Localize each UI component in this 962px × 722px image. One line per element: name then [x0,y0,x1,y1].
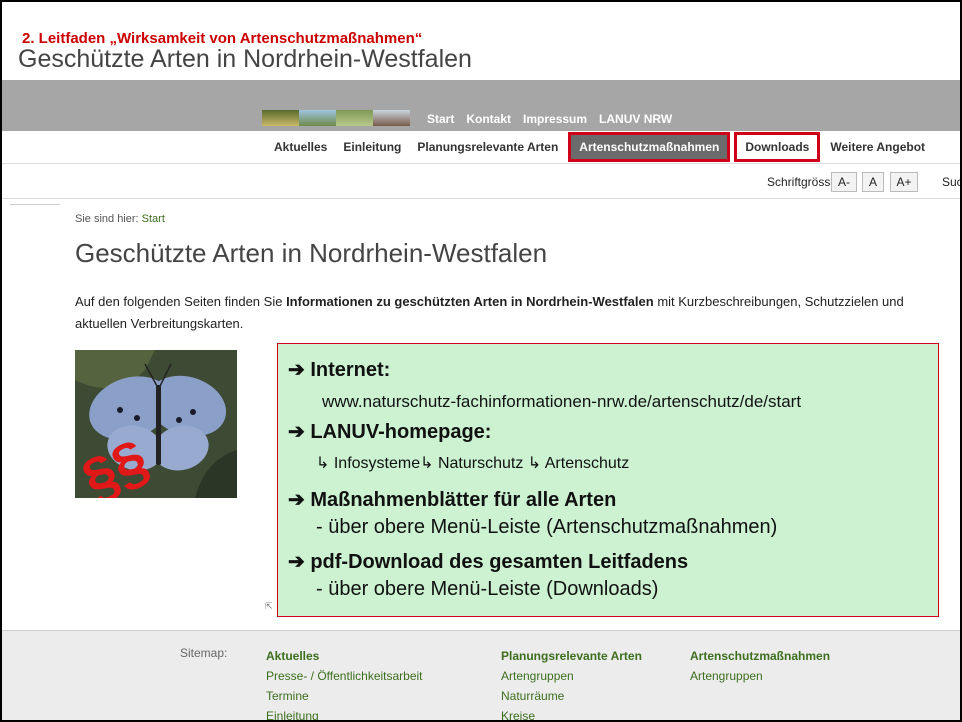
font-larger-button[interactable]: A+ [890,172,918,192]
divider [10,204,60,205]
sitemap-label: Sitemap: [180,646,228,660]
nav-artenschutzmassnahmen[interactable]: Artenschutzmaßnahmen [568,132,731,162]
callout-lanuv-heading: ➔ LANUV-homepage: [288,421,492,443]
top-link-kontakt[interactable]: Kontakt [466,112,511,126]
font-normal-button[interactable]: A [862,172,884,192]
butterfly-illustration: §§ [75,350,237,498]
nav-einleitung[interactable]: Einleitung [335,135,409,159]
nav-downloads[interactable]: Downloads [734,132,821,162]
sitemap-link-einleitung[interactable]: Einleitung [266,706,423,720]
external-link-icon[interactable]: ⇱ [265,601,273,612]
callout-measures-text: - über obere Menü-Leiste (Artenschutzmaß… [316,516,778,538]
butterfly-photo: §§ [75,350,237,498]
header-thumbnail-1 [262,110,299,126]
sitemap-heading-artenschutzmassnahmen[interactable]: Artenschutzmaßnahmen [690,646,830,666]
search-label[interactable]: Suc [942,175,960,189]
slide-title: Geschützte Arten in Nordrhein-Westfalen [18,45,472,73]
intro-text-bold: Informationen zu geschützten Arten in No… [286,294,654,309]
font-smaller-button[interactable]: A- [831,172,857,192]
slide-frame: 2. Leitfaden „Wirksamkeit von Artenschut… [0,0,962,722]
sitemap-footer: Sitemap: Aktuelles Presse- / Öffentlichk… [2,630,960,720]
callout-lanuv-path: ↳ Infosysteme↳ Naturschutz ↳ Artenschutz [316,455,630,472]
sitemap-column-planungsrelevante-arten: Planungsrelevante Arten Artengruppen Nat… [501,646,642,720]
callout-internet-heading: ➔ Internet: [288,359,391,381]
callout-pdf-text: - über obere Menü-Leiste (Downloads) [316,578,659,600]
header-thumbnail-2 [299,110,336,126]
page-title: Geschützte Arten in Nordrhein-Westfalen [75,238,548,268]
nav-aktuelles[interactable]: Aktuelles [266,135,335,159]
font-size-bar: Schriftgrösse: A- A A+ Suc [2,164,960,199]
font-size-label: Schriftgrösse: [767,175,841,189]
breadcrumb-prefix: Sie sind hier: [75,213,139,225]
top-link-start[interactable]: Start [427,112,454,126]
main-nav: Aktuelles Einleitung Planungsrelevante A… [2,131,960,164]
sitemap-link-termine[interactable]: Termine [266,686,423,706]
top-link-lanuv[interactable]: LANUV NRW [599,112,672,126]
breadcrumb-start-link[interactable]: Start [142,213,165,225]
info-callout: ➔ Internet: www.naturschutz-fachinformat… [277,343,939,617]
top-link-impressum[interactable]: Impressum [523,112,587,126]
sitemap-link-naturraeume[interactable]: Naturräume [501,686,642,706]
nav-weitere-angebote[interactable]: Weitere Angebot [822,135,933,159]
header-thumbnail-3 [336,110,373,126]
callout-internet-url[interactable]: www.naturschutz-fachinformationen-nrw.de… [322,392,801,412]
intro-text-start: Auf den folgenden Seiten finden Sie [75,294,287,309]
sitemap-column-artenschutzmassnahmen: Artenschutzmaßnahmen Artengruppen [690,646,830,686]
top-links: Start Kontakt Impressum LANUV NRW [427,112,672,126]
sitemap-link-artengruppen-massnahmen[interactable]: Artengruppen [690,666,830,686]
main-nav-items: Aktuelles Einleitung Planungsrelevante A… [266,131,933,163]
callout-pdf-heading: ➔ pdf-Download des gesamten Leitfadens [288,551,689,573]
nav-planungsrelevante-arten[interactable]: Planungsrelevante Arten [409,135,566,159]
sitemap-heading-aktuelles[interactable]: Aktuelles [266,646,423,666]
header-thumbnail-4 [373,110,410,126]
sitemap-column-aktuelles: Aktuelles Presse- / Öffentlichkeitsarbei… [266,646,423,720]
callout-measures-heading: ➔ Maßnahmenblätter für alle Arten [288,489,617,511]
sitemap-link-artengruppen[interactable]: Artengruppen [501,666,642,686]
intro-text: Auf den folgenden Seiten finden Sie Info… [75,291,955,335]
site-header: Start Kontakt Impressum LANUV NRW [2,80,960,131]
breadcrumb: Sie sind hier: Start [75,213,165,225]
sitemap-heading-planungsrelevante-arten[interactable]: Planungsrelevante Arten [501,646,642,666]
header-thumbnails [262,110,410,126]
sitemap-link-presse[interactable]: Presse- / Öffentlichkeitsarbeit [266,666,423,686]
sitemap-link-kreise[interactable]: Kreise [501,706,642,720]
